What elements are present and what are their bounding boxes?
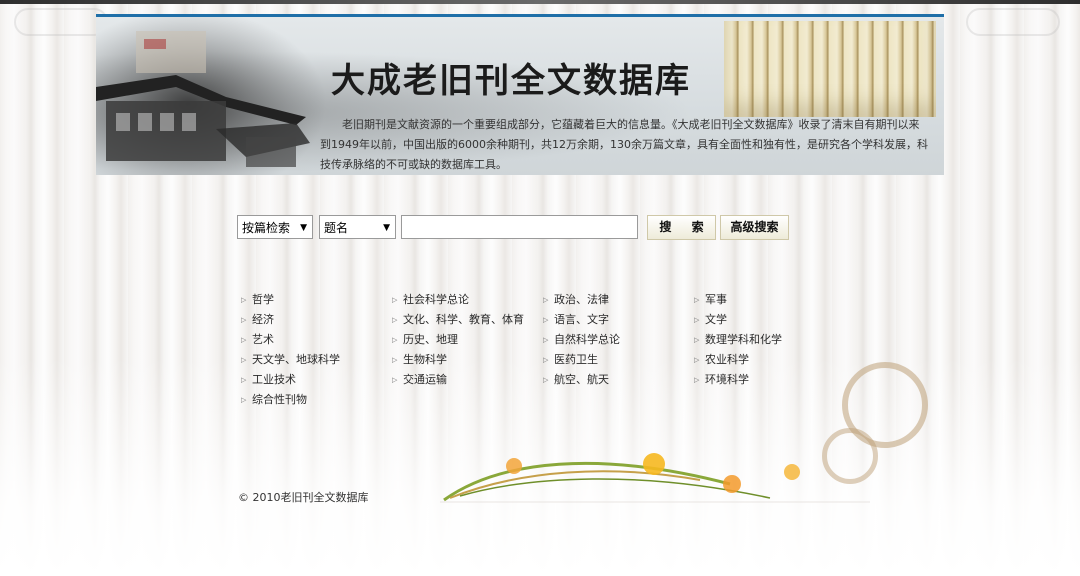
category-link[interactable]: ▷ 交通运输: [391, 370, 524, 390]
category-column-4: ▷ 军事 ▷ 文学 ▷ 数理学科和化学 ▷ 农业科学 ▷ 环境科学: [693, 290, 782, 390]
search-button[interactable]: 搜 索: [647, 215, 716, 240]
category-label: 军事: [705, 293, 727, 306]
category-label: 艺术: [252, 333, 274, 346]
category-label: 语言、文字: [554, 313, 609, 326]
dropdown-arrow-icon: ▼: [300, 223, 307, 233]
triangle-icon: ▷: [694, 316, 700, 324]
category-link[interactable]: ▷ 哲学: [240, 290, 340, 310]
advanced-search-button[interactable]: 高级搜索: [720, 215, 789, 240]
category-label: 综合性刊物: [252, 393, 307, 406]
page: 大成老旧刊全文数据库 老旧期刊是文献资源的一个重要组成部分，它蕴藏着巨大的信息量…: [0, 0, 1080, 576]
triangle-icon: ▷: [694, 356, 700, 364]
category-column-2: ▷ 社会科学总论 ▷ 文化、科学、教育、体育 ▷ 历史、地理 ▷ 生物科学 ▷ 交通运输: [391, 290, 524, 390]
triangle-icon: ▷: [392, 376, 398, 384]
triangle-icon: ▷: [241, 336, 247, 344]
category-link[interactable]: ▷ 军事: [693, 290, 782, 310]
triangle-icon: ▷: [241, 296, 247, 304]
category-label: 航空、航天: [554, 373, 609, 386]
triangle-icon: ▷: [392, 316, 398, 324]
search-field-select[interactable]: 题名 ▼: [319, 215, 396, 239]
triangle-icon: ▷: [543, 356, 549, 364]
category-label: 交通运输: [403, 373, 447, 386]
banner-description: 老旧期刊是文献资源的一个重要组成部分，它蕴藏着巨大的信息量。《大成老旧刊全文数据…: [320, 118, 928, 171]
triangle-icon: ▷: [543, 316, 549, 324]
top-bar: [0, 0, 1080, 4]
copyright-text: © 2010老旧刊全文数据库: [238, 491, 369, 504]
search-mode-value: 按篇检索: [242, 221, 291, 235]
category-label: 历史、地理: [403, 333, 458, 346]
category-link[interactable]: ▷ 医药卫生: [542, 350, 620, 370]
category-link[interactable]: ▷ 艺术: [240, 330, 340, 350]
category-link[interactable]: ▷ 社会科学总论: [391, 290, 524, 310]
triangle-icon: ▷: [543, 376, 549, 384]
category-label: 工业技术: [252, 373, 296, 386]
category-label: 环境科学: [705, 373, 749, 386]
triangle-icon: ▷: [694, 296, 700, 304]
dropdown-arrow-icon: ▼: [383, 223, 390, 233]
category-label: 社会科学总论: [403, 293, 469, 306]
category-link[interactable]: ▷ 自然科学总论: [542, 330, 620, 350]
category-link[interactable]: ▷ 数理学科和化学: [693, 330, 782, 350]
triangle-icon: ▷: [241, 376, 247, 384]
ink-painting-image: [96, 17, 326, 175]
category-link[interactable]: ▷ 文学: [693, 310, 782, 330]
category-link[interactable]: ▷ 语言、文字: [542, 310, 620, 330]
ornament-right: [966, 8, 1060, 36]
category-label: 数理学科和化学: [705, 333, 782, 346]
category-link[interactable]: ▷ 经济: [240, 310, 340, 330]
grass-flower-decoration: [440, 453, 870, 503]
search-mode-select[interactable]: 按篇检索 ▼: [237, 215, 313, 239]
category-link[interactable]: ▷ 生物科学: [391, 350, 524, 370]
header-banner: 大成老旧刊全文数据库 老旧期刊是文献资源的一个重要组成部分，它蕴藏着巨大的信息量…: [96, 14, 944, 175]
triangle-icon: ▷: [241, 316, 247, 324]
category-link[interactable]: ▷ 环境科学: [693, 370, 782, 390]
triangle-icon: ▷: [543, 296, 549, 304]
category-label: 政治、法律: [554, 293, 609, 306]
triangle-icon: ▷: [392, 356, 398, 364]
category-label: 哲学: [252, 293, 274, 306]
category-label: 文化、科学、教育、体育: [403, 313, 524, 326]
triangle-icon: ▷: [694, 336, 700, 344]
category-label: 农业科学: [705, 353, 749, 366]
search-field-value: 题名: [324, 221, 349, 235]
category-link[interactable]: ▷ 天文学、地球科学: [240, 350, 340, 370]
category-link[interactable]: ▷ 农业科学: [693, 350, 782, 370]
category-column-1: ▷ 哲学 ▷ 经济 ▷ 艺术 ▷ 天文学、地球科学 ▷ 工业技术 ▷ 综合性刊物: [240, 290, 340, 410]
category-label: 自然科学总论: [554, 333, 620, 346]
category-link[interactable]: ▷ 政治、法律: [542, 290, 620, 310]
category-link[interactable]: ▷ 综合性刊物: [240, 390, 340, 410]
category-link[interactable]: ▷ 文化、科学、教育、体育: [391, 310, 524, 330]
books-image: [724, 21, 936, 117]
category-column-3: ▷ 政治、法律 ▷ 语言、文字 ▷ 自然科学总论 ▷ 医药卫生 ▷ 航空、航天: [542, 290, 620, 390]
category-link[interactable]: ▷ 工业技术: [240, 370, 340, 390]
triangle-icon: ▷: [241, 396, 247, 404]
category-link[interactable]: ▷ 历史、地理: [391, 330, 524, 350]
triangle-icon: ▷: [543, 336, 549, 344]
category-label: 天文学、地球科学: [252, 353, 340, 366]
ornament-left: [14, 8, 108, 36]
triangle-icon: ▷: [694, 376, 700, 384]
search-input[interactable]: [401, 215, 638, 239]
category-label: 经济: [252, 313, 274, 326]
triangle-icon: ▷: [392, 336, 398, 344]
banner-title: 大成老旧刊全文数据库: [331, 61, 691, 101]
category-label: 医药卫生: [554, 353, 598, 366]
category-list: ▷ 哲学 ▷ 经济 ▷ 艺术 ▷ 天文学、地球科学 ▷ 工业技术 ▷ 综合性刊物 ▷ 社会科学…: [240, 290, 840, 420]
category-label: 文学: [705, 313, 727, 326]
category-link[interactable]: ▷ 航空、航天: [542, 370, 620, 390]
triangle-icon: ▷: [392, 296, 398, 304]
category-label: 生物科学: [403, 353, 447, 366]
triangle-icon: ▷: [241, 356, 247, 364]
